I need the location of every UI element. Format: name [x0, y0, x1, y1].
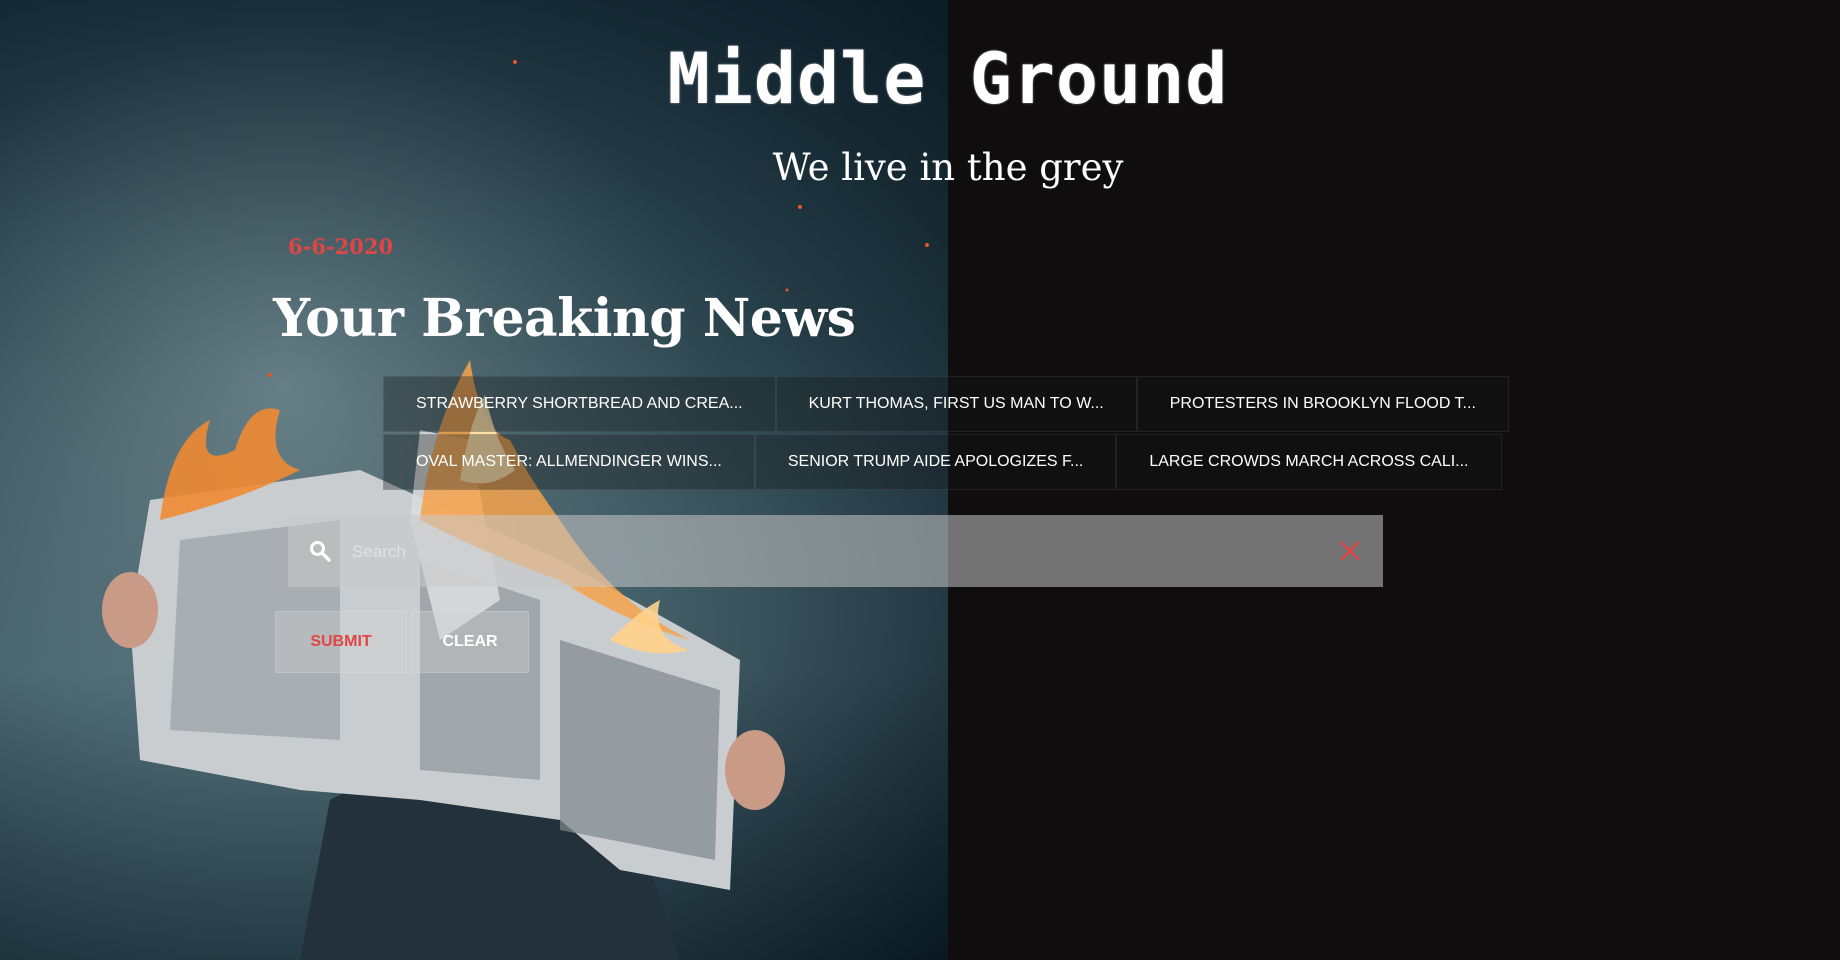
right-hand: [725, 730, 785, 810]
news-headline-link[interactable]: STRAWBERRY SHORTBREAD AND CREA...: [383, 376, 776, 432]
left-hand: [102, 572, 158, 648]
current-date: 6-6-2020: [288, 234, 394, 259]
search-bar: [288, 515, 1383, 587]
news-headline-link[interactable]: SENIOR TRUMP AIDE APOLOGIZES F...: [754, 434, 1117, 490]
news-headline-link[interactable]: LARGE CROWDS MARCH ACROSS CALI...: [1116, 434, 1502, 490]
submit-button[interactable]: SUBMIT: [275, 611, 407, 673]
close-icon[interactable]: [1338, 539, 1362, 563]
search-icon: [310, 541, 331, 562]
news-row-1: STRAWBERRY SHORTBREAD AND CREA... KURT T…: [383, 376, 1509, 432]
news-headline-link[interactable]: OVAL MASTER: ALLMENDINGER WINS...: [383, 434, 755, 490]
search-input[interactable]: [350, 533, 1294, 571]
news-headline-link[interactable]: KURT THOMAS, FIRST US MAN TO W...: [775, 376, 1137, 432]
news-headline-link[interactable]: PROTESTERS IN BROOKLYN FLOOD T...: [1136, 376, 1509, 432]
site-title: Middle Ground: [667, 38, 1229, 120]
site-subtitle: We live in the grey: [772, 146, 1124, 189]
page-heading: Your Breaking News: [273, 288, 856, 349]
news-row-2: OVAL MASTER: ALLMENDINGER WINS... SENIOR…: [383, 434, 1502, 490]
clear-button[interactable]: CLEAR: [411, 611, 529, 673]
